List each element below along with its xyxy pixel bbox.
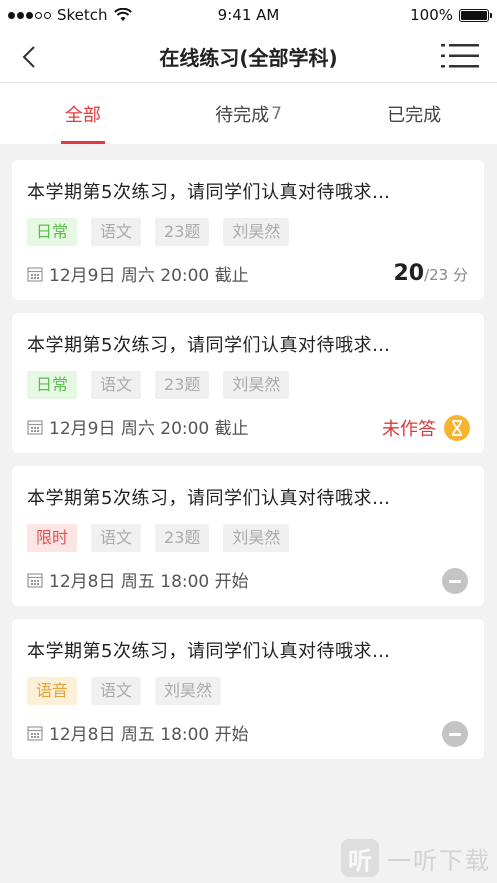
- watermark-logo: 听: [341, 839, 379, 877]
- start-text: 12月8日 周五 18:00 开始: [49, 725, 249, 745]
- status-text: 未作答: [382, 419, 436, 440]
- score: 20/23 分: [393, 261, 468, 286]
- status-bar: Sketch 9:41 AM 100%: [0, 0, 497, 30]
- back-button[interactable]: [14, 42, 44, 72]
- tab-label: 待完成: [215, 104, 270, 126]
- card-title: 本学期第5次练习，请同学们认真对待哦求…: [27, 641, 391, 662]
- hourglass-icon: [444, 415, 470, 441]
- start-text: 12月8日 周五 18:00 开始: [49, 572, 249, 592]
- tab-label: 已完成: [387, 104, 442, 126]
- deadline-text: 12月9日 周六 20:00 截止: [49, 266, 249, 286]
- question-count-tag: 23题: [155, 524, 210, 552]
- tab-count: 7: [271, 103, 282, 124]
- type-tag: 日常: [27, 371, 78, 399]
- subject-tag: 语文: [91, 524, 142, 552]
- question-count-tag: 23题: [155, 218, 210, 246]
- watermark-text: 一听下载: [387, 846, 491, 875]
- practice-card[interactable]: 本学期第5次练习，请同学们认真对待哦求… 语音 语文 刘昊然 12月8日 周五 …: [12, 619, 484, 759]
- tab-pending[interactable]: 待完成 7: [166, 83, 332, 144]
- tab-bar: 全部 待完成 7 已完成: [0, 82, 497, 144]
- tag-row: 日常 语文 23题 刘昊然: [27, 218, 469, 246]
- start-row: 12月8日 周五 18:00 开始: [27, 720, 249, 745]
- teacher-tag: 刘昊然: [223, 524, 290, 552]
- subject-tag: 语文: [91, 218, 142, 246]
- subject-tag: 语文: [91, 677, 142, 705]
- score-value: 20: [393, 261, 425, 286]
- not-started-icon: [442, 568, 468, 594]
- calendar-icon: [27, 572, 43, 588]
- battery-percent: 100%: [410, 6, 453, 24]
- score-total: /23 分: [424, 266, 468, 284]
- practice-card[interactable]: 本学期第5次练习，请同学们认真对待哦求… 日常 语文 23题 刘昊然 12月9日…: [12, 160, 484, 300]
- tag-row: 限时 语文 23题 刘昊然: [27, 524, 469, 552]
- battery-info: 100%: [410, 6, 492, 24]
- calendar-icon: [27, 725, 43, 741]
- tag-row: 语音 语文 刘昊然: [27, 677, 469, 705]
- chevron-left-icon: [22, 46, 35, 68]
- deadline-text: 12月9日 周六 20:00 截止: [49, 419, 249, 439]
- teacher-tag: 刘昊然: [223, 218, 290, 246]
- battery-icon: [459, 8, 492, 22]
- nav-bar: 在线练习(全部学科): [0, 30, 497, 82]
- unanswered-status: 未作答: [382, 415, 470, 441]
- card-title: 本学期第5次练习，请同学们认真对待哦求…: [27, 488, 391, 509]
- calendar-icon: [27, 419, 43, 435]
- card-title: 本学期第5次练习，请同学们认真对待哦求…: [27, 182, 391, 203]
- card-title: 本学期第5次练习，请同学们认真对待哦求…: [27, 335, 391, 356]
- subject-tag: 语文: [91, 371, 142, 399]
- calendar-icon: [27, 266, 43, 282]
- list-menu-icon: [441, 44, 479, 68]
- practice-list: 本学期第5次练习，请同学们认真对待哦求… 日常 语文 23题 刘昊然 12月9日…: [12, 160, 484, 772]
- tab-all[interactable]: 全部: [0, 83, 166, 144]
- teacher-tag: 刘昊然: [155, 677, 222, 705]
- watermark: 听 一听下载: [341, 839, 491, 877]
- type-tag: 限时: [27, 524, 78, 552]
- tag-row: 日常 语文 23题 刘昊然: [27, 371, 469, 399]
- tab-completed[interactable]: 已完成: [331, 83, 497, 144]
- deadline-row: 12月9日 周六 20:00 截止: [27, 261, 249, 286]
- teacher-tag: 刘昊然: [223, 371, 290, 399]
- page-title: 在线练习(全部学科): [159, 46, 338, 70]
- practice-card[interactable]: 本学期第5次练习，请同学们认真对待哦求… 限时 语文 23题 刘昊然 12月8日…: [12, 466, 484, 606]
- start-row: 12月8日 周五 18:00 开始: [27, 567, 249, 592]
- menu-button[interactable]: [441, 42, 479, 70]
- type-tag: 日常: [27, 218, 78, 246]
- not-started-icon: [442, 721, 468, 747]
- question-count-tag: 23题: [155, 371, 210, 399]
- deadline-row: 12月9日 周六 20:00 截止: [27, 414, 249, 439]
- practice-card[interactable]: 本学期第5次练习，请同学们认真对待哦求… 日常 语文 23题 刘昊然 12月9日…: [12, 313, 484, 453]
- type-tag: 语音: [27, 677, 78, 705]
- tab-label: 全部: [64, 104, 101, 126]
